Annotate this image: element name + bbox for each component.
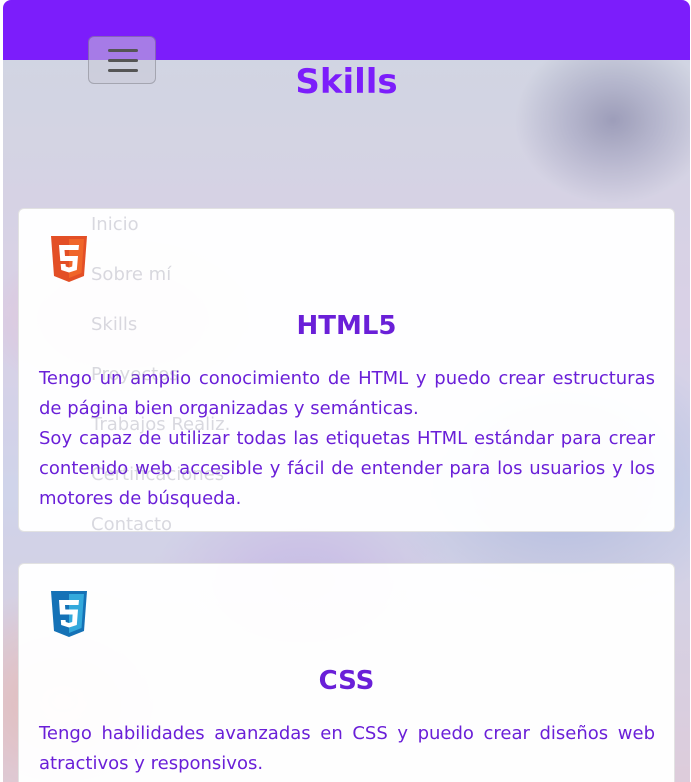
nav-item-certificaciones[interactable]: Certificaciones — [91, 460, 230, 510]
nav-item-contacto[interactable]: Contacto — [91, 510, 230, 560]
card-title: CSS — [318, 666, 375, 696]
page-frame: Skills HTML5 Tengo un amplio conocimient… — [3, 0, 690, 782]
nav-item-sobre-mi[interactable]: Sobre mí — [91, 260, 230, 310]
css3-icon — [51, 591, 87, 637]
nav-item-trabajos[interactable]: Trabajos Realiz. — [91, 410, 230, 460]
page-title: Skills — [295, 62, 398, 102]
skill-card-css: CSS Tengo habilidades avanzadas en CSS y… — [18, 563, 675, 782]
html5-icon — [51, 236, 87, 282]
card-paragraph: Tengo habilidades avanzadas en CSS y pue… — [39, 723, 655, 774]
nav-item-inicio[interactable]: Inicio — [91, 210, 230, 260]
collapsed-nav-menu: Inicio Sobre mí Skills Proyectos Trabajo… — [91, 210, 230, 560]
nav-item-skills[interactable]: Skills — [91, 310, 230, 360]
hamburger-line-icon — [108, 49, 138, 52]
nav-item-proyectos[interactable]: Proyectos — [91, 360, 230, 410]
